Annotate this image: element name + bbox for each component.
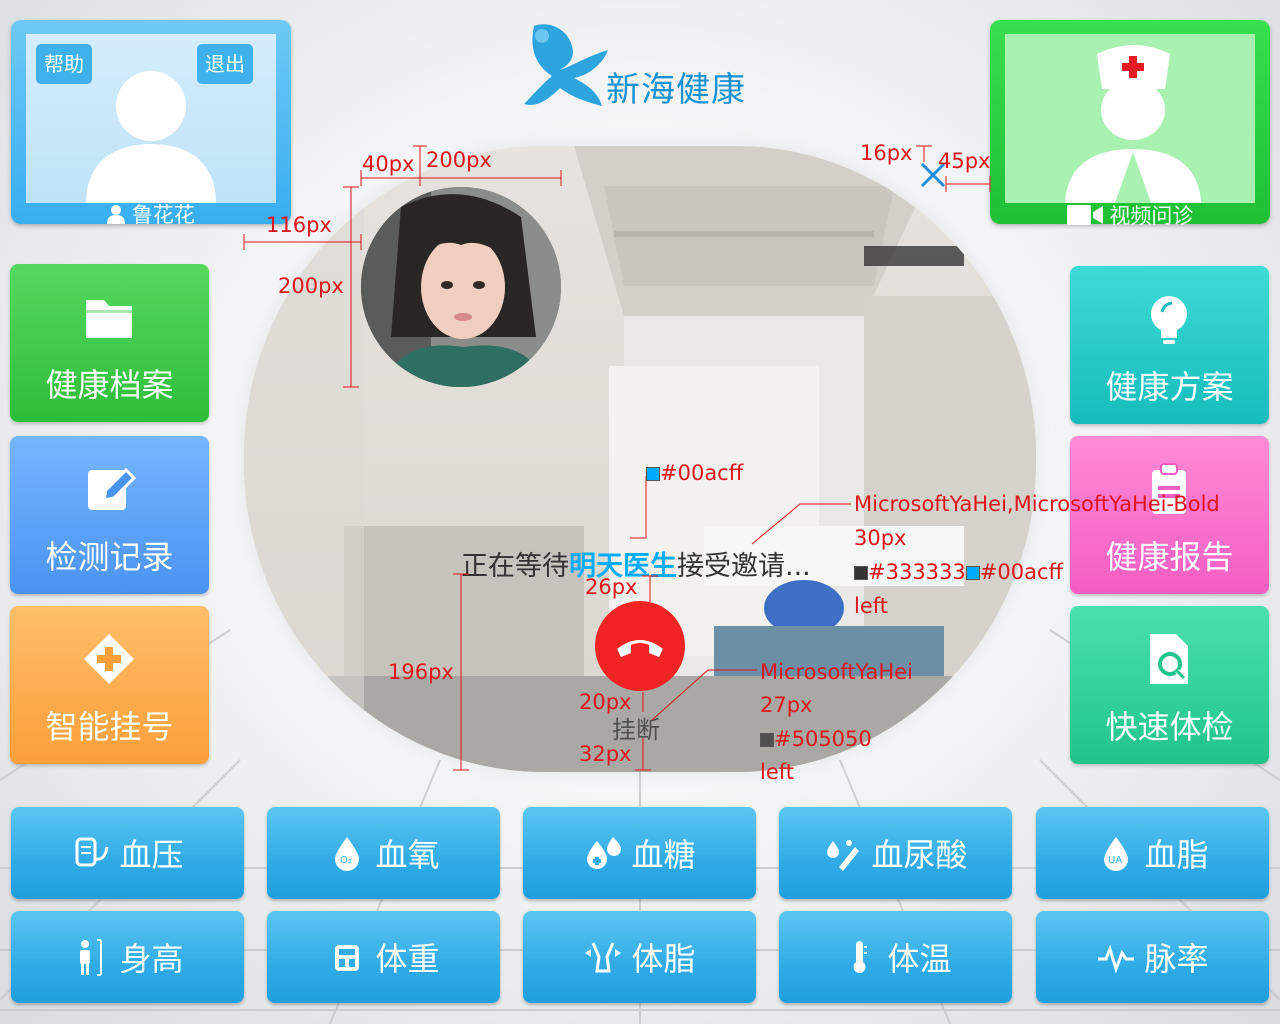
svg-text:UA: UA xyxy=(1108,855,1122,866)
measure-label: 体脂 xyxy=(631,940,696,978)
measure-label: 身高 xyxy=(119,940,184,978)
svg-text:O₂: O₂ xyxy=(340,855,352,866)
measure-weight-button[interactable]: 体重 xyxy=(267,911,500,1003)
measure-pulse-button[interactable]: 脉率 xyxy=(1036,911,1269,1003)
measure-label: 血脂 xyxy=(1144,836,1209,874)
measure-label: 体重 xyxy=(375,940,440,978)
uric-acid-icon xyxy=(827,840,860,871)
annotation-dim: 20px xyxy=(579,690,632,714)
blood-oxygen-icon: O₂ xyxy=(335,837,360,871)
annotation-font-size: 30px xyxy=(854,526,907,550)
annotation-font-colors: #333333 #00acff xyxy=(854,560,1063,584)
annotation-dim: 40px xyxy=(362,152,415,176)
annotation-color-text: #505050 xyxy=(774,727,872,751)
annotation-color-text: #333333 xyxy=(868,560,966,584)
annotation-dim: 196px xyxy=(388,660,454,684)
annotation-font-size: 27px xyxy=(760,693,813,717)
measure-label: 血氧 xyxy=(375,836,440,874)
annotation-dim: 16px xyxy=(860,141,913,165)
color-swatch xyxy=(965,566,980,580)
measure-blood-oxygen-button[interactable]: O₂ 血氧 xyxy=(267,807,500,899)
measure-blood-pressure-button[interactable]: 血压 xyxy=(11,807,244,899)
annotation-align: left xyxy=(760,760,795,784)
thermometer-icon xyxy=(853,941,868,973)
annotation-dim: 32px xyxy=(579,742,632,766)
annotation-dim: 26px xyxy=(585,575,638,599)
annotation-dim: 116px xyxy=(266,213,332,237)
color-swatch xyxy=(854,566,868,580)
annotation-font-family: MicrosoftYaHei,MicrosoftYaHei-Bold xyxy=(854,492,1220,516)
measure-label: 脉率 xyxy=(1144,940,1209,978)
annotation-dim: 200px xyxy=(278,274,344,298)
measure-height-button[interactable]: 身高 xyxy=(11,911,244,1003)
pulse-icon xyxy=(1098,944,1135,974)
measure-label: 血尿酸 xyxy=(871,836,968,874)
measure-label: 体温 xyxy=(887,940,952,978)
measure-blood-lipid-button[interactable]: UA 血脂 xyxy=(1036,807,1269,899)
annotation-align: left xyxy=(854,594,889,618)
measure-body-fat-button[interactable]: 体脂 xyxy=(523,911,756,1003)
annotation-font-family: MicrosoftYaHei xyxy=(760,660,913,684)
measure-temperature-button[interactable]: 体温 xyxy=(779,911,1012,1003)
color-swatch xyxy=(760,733,774,747)
annotation-color-text: #00acff xyxy=(979,560,1063,584)
height-icon xyxy=(80,939,103,976)
annotation-color-text: #00acff xyxy=(660,461,744,485)
body-fat-icon xyxy=(585,942,622,973)
measure-uric-acid-button[interactable]: 血尿酸 xyxy=(779,807,1012,899)
measure-label: 血糖 xyxy=(631,836,696,874)
annotation-color: #00acff xyxy=(646,461,743,485)
annotation-dim: 200px xyxy=(426,148,492,172)
blood-lipid-icon: UA xyxy=(1104,837,1129,871)
measure-label: 血压 xyxy=(119,836,184,874)
measure-blood-sugar-button[interactable]: 血糖 xyxy=(523,807,756,899)
blood-sugar-icon xyxy=(587,837,622,869)
blood-pressure-icon xyxy=(75,837,109,867)
scale-icon xyxy=(335,945,360,971)
annotation-font-color: #505050 xyxy=(760,727,872,751)
color-swatch xyxy=(646,467,660,481)
annotation-dim: 45px xyxy=(938,149,991,173)
